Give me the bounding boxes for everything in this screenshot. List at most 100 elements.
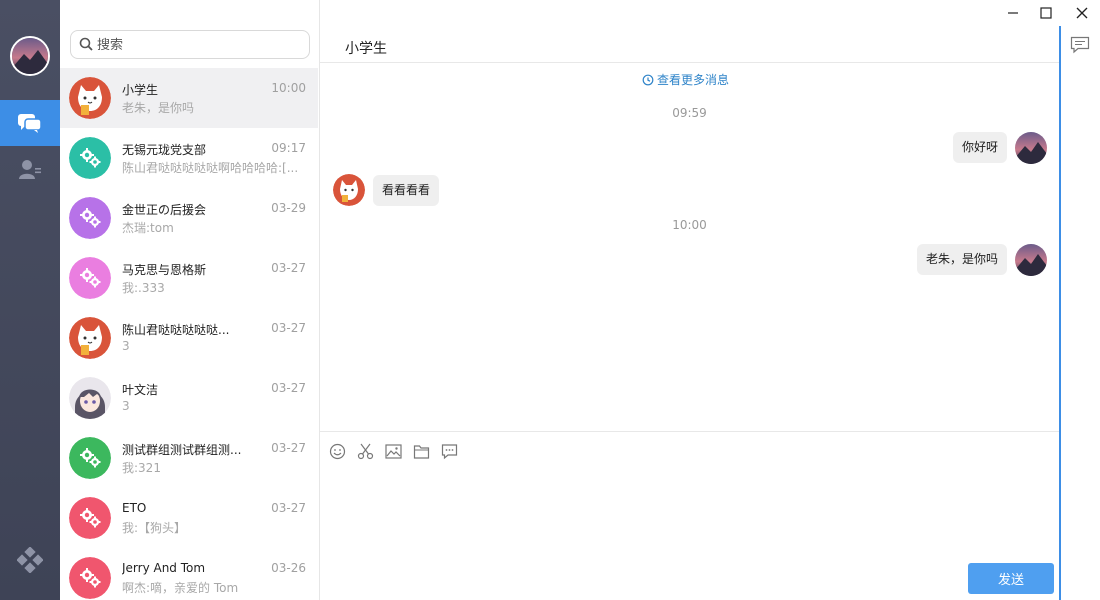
conversation-preview: 杰瑞:tom xyxy=(122,221,174,235)
group-icon xyxy=(69,437,111,479)
conversation-time: 03-29 xyxy=(271,201,306,215)
clock-icon xyxy=(642,74,654,85)
folder-icon xyxy=(413,444,429,459)
conversation-avatar xyxy=(69,197,111,239)
conversation-item[interactable]: ETO 03-27 我:【狗头】 xyxy=(60,488,318,548)
maximize-button[interactable] xyxy=(1035,4,1057,22)
conversation-avatar xyxy=(69,377,111,419)
conversation-name: ETO xyxy=(122,501,147,515)
group-icon xyxy=(69,497,111,539)
conversation-time: 03-27 xyxy=(271,441,306,455)
conversation-avatar xyxy=(69,137,111,179)
conversation-name: 无锡元珑党支部 xyxy=(122,143,207,157)
receiver-avatar[interactable] xyxy=(333,174,365,206)
more-messages-label: 查看更多消息 xyxy=(657,73,730,87)
chat-list-icon xyxy=(1070,36,1090,54)
conversation-item[interactable]: 金世正の后援会 03-29 杰瑞:tom xyxy=(60,188,318,248)
minimize-icon xyxy=(1008,12,1018,14)
group-icon xyxy=(69,197,111,239)
conversation-avatar xyxy=(69,437,111,479)
conversation-avatar xyxy=(69,317,111,359)
send-button[interactable]: 发送 xyxy=(968,563,1054,594)
more-messages-link[interactable]: 查看更多消息 xyxy=(642,71,729,88)
close-button[interactable] xyxy=(1071,4,1093,22)
conversation-time: 03-27 xyxy=(271,321,306,335)
conversation-name: 叶文洁 xyxy=(122,383,159,397)
conversation-name: Jerry And Tom xyxy=(122,561,206,575)
conversation-item[interactable]: 测试群组测试群组测... 03-27 我:321 xyxy=(60,428,318,488)
maximize-icon xyxy=(1040,7,1052,19)
side-chat-button[interactable] xyxy=(1070,36,1090,58)
anime-girl-avatar-icon xyxy=(69,377,111,419)
conversation-time: 09:17 xyxy=(271,141,306,155)
message-bubble-sent[interactable]: 老朱，是你吗 xyxy=(916,244,1007,275)
screenshot-button[interactable] xyxy=(355,441,375,461)
minimize-button[interactable] xyxy=(1002,4,1024,22)
message-input[interactable] xyxy=(328,468,1048,558)
emoji-icon xyxy=(329,443,345,459)
search-box[interactable] xyxy=(70,30,310,59)
conversation-preview: 我:.333 xyxy=(122,281,165,295)
conversation-item[interactable]: 马克思与恩格斯 03-27 我:.333 xyxy=(60,248,318,308)
chat-history-icon xyxy=(441,443,457,459)
conversation-preview: 3 xyxy=(122,399,130,413)
group-icon xyxy=(69,557,111,599)
message-bubble-received[interactable]: 看看看看 xyxy=(373,175,440,206)
chat-header: 小学生 xyxy=(320,26,1059,63)
conversation-name: 马克思与恩格斯 xyxy=(122,263,207,277)
conversation-time: 03-26 xyxy=(271,561,306,575)
image-button[interactable] xyxy=(383,441,403,461)
chat-area: 小学生 查看更多消息 09:59 你好呀 看看看看 10:00 老朱，是你吗 发… xyxy=(320,26,1059,600)
sender-avatar[interactable] xyxy=(1015,132,1047,164)
nav-chat-tab[interactable] xyxy=(0,100,60,146)
contacts-icon xyxy=(19,160,41,179)
group-icon xyxy=(69,257,111,299)
conversation-preview: 老朱，是你吗 xyxy=(122,101,195,115)
cat-avatar-icon xyxy=(69,77,111,119)
message-composer: 发送 xyxy=(320,431,1059,600)
nav-contacts-tab[interactable] xyxy=(0,146,60,192)
conversation-preview: 啊杰:嘀，亲爱的 Tom xyxy=(122,581,239,595)
group-icon xyxy=(69,137,111,179)
message-bubble-sent[interactable]: 你好呀 xyxy=(952,132,1007,163)
conversation-preview: 3 xyxy=(122,339,130,353)
conversation-preview: 我:【狗头】 xyxy=(122,521,187,535)
conversation-time: 03-27 xyxy=(271,381,306,395)
conversation-list: 小学生 10:00 老朱，是你吗 无锡元珑党支部 09:17 陈山君哒哒哒哒哒啊哈哈哈哈:… xyxy=(60,68,318,600)
app-window: 小学生10:00老朱，是你吗无锡元珑党支部09:17陈山君哒哒哒哒哒啊哈哈哈哈:… xyxy=(0,0,1100,600)
time-separator: 10:00 xyxy=(672,218,707,232)
file-button[interactable] xyxy=(411,441,431,461)
apps-grid-icon xyxy=(17,547,43,573)
conversation-time: 03-27 xyxy=(271,261,306,275)
apps-button[interactable] xyxy=(0,542,60,578)
conversation-preview: 我:321 xyxy=(122,461,161,475)
user-avatar[interactable] xyxy=(10,36,50,76)
right-side-strip xyxy=(1059,26,1100,600)
conversation-name: 金世正の后援会 xyxy=(122,203,207,217)
search-input[interactable] xyxy=(97,35,297,55)
emoji-button[interactable] xyxy=(327,441,347,461)
close-icon xyxy=(1076,7,1088,19)
chat-bubbles-icon xyxy=(18,114,42,133)
chat-history-button[interactable] xyxy=(439,441,459,461)
conversation-item[interactable]: 小学生 10:00 老朱，是你吗 xyxy=(60,68,318,128)
sender-avatar[interactable] xyxy=(1015,244,1047,276)
conversation-name: 陈山君哒哒哒哒哒... xyxy=(122,323,230,337)
conversation-item[interactable]: 无锡元珑党支部 09:17 陈山君哒哒哒哒哒啊哈哈哈哈:[... xyxy=(60,128,318,188)
nav-rail xyxy=(0,0,60,600)
conversation-avatar xyxy=(69,257,111,299)
conversation-avatar xyxy=(69,557,111,599)
conversation-time: 10:00 xyxy=(271,81,306,95)
search-icon xyxy=(79,37,93,51)
conversation-item[interactable]: 陈山君哒哒哒哒哒... 03-27 3 xyxy=(60,308,318,368)
time-separator: 09:59 xyxy=(672,106,707,120)
conversation-preview: 陈山君哒哒哒哒哒啊哈哈哈哈:[... xyxy=(122,161,299,175)
chat-title: 小学生 xyxy=(345,41,387,57)
scissors-icon xyxy=(357,443,373,459)
conversation-name: 测试群组测试群组测... xyxy=(122,443,242,457)
conversation-avatar xyxy=(69,497,111,539)
conversation-item[interactable]: Jerry And Tom 03-26 啊杰:嘀，亲爱的 Tom xyxy=(60,548,318,600)
image-icon xyxy=(384,443,402,459)
cat-avatar-icon xyxy=(69,317,111,359)
conversation-item[interactable]: 叶文洁 03-27 3 xyxy=(60,368,318,428)
